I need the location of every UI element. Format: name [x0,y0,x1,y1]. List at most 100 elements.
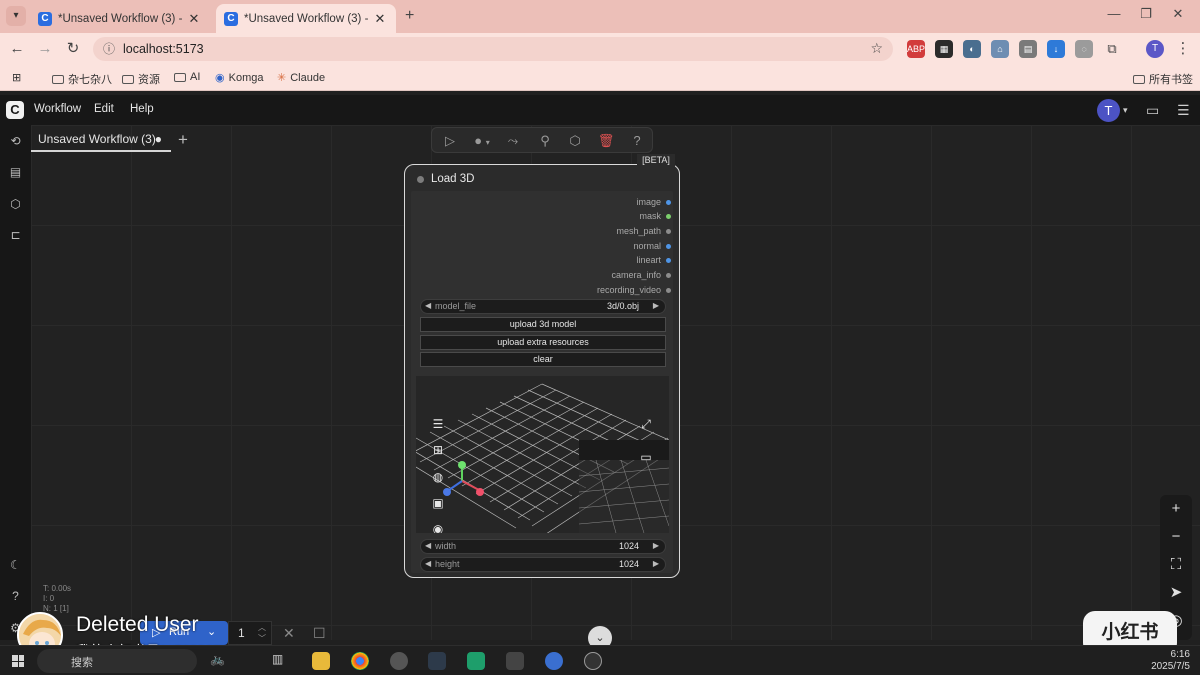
restore-icon[interactable]: ❐ [1136,6,1156,22]
new-tab-plus-icon[interactable]: + [405,7,414,25]
site-info-icon[interactable]: ⓘ [101,41,117,57]
back-arrow-icon[interactable]: ← [7,39,27,59]
upload-extra-resources-button[interactable]: upload extra resources [420,335,666,350]
history-icon[interactable]: ⟲ [8,134,23,149]
pin-icon[interactable]: ⚲ [536,132,554,150]
zoom-in-plus-icon[interactable]: + [1168,501,1184,517]
bypass-icon[interactable]: ⤳ [504,132,522,150]
bottom-panel-toggle-icon[interactable]: ▭ [1146,102,1159,119]
chat-extension-icon[interactable]: ◌ [1075,40,1093,58]
select-mode-cursor-icon[interactable]: ➤ [1168,585,1184,601]
node-help-icon[interactable]: ? [628,132,646,150]
output-pin[interactable] [666,213,671,219]
theme-moon-icon[interactable]: ☾ [8,558,23,573]
model-library-cube-icon[interactable]: ⬡ [8,197,23,212]
decrement-arrow-icon[interactable]: ◀ [425,301,431,310]
model-file-combo[interactable]: ◀ model_file 3d/0.obj ▶ [420,299,666,314]
address-url[interactable]: localhost:5173 [123,42,204,56]
address-bar[interactable]: ⓘ localhost:5173 ☆ [93,37,893,61]
queue-count-value[interactable]: 1 [238,626,245,640]
minimize-icon[interactable]: — [1104,6,1124,21]
output-pin[interactable] [666,287,671,293]
viewer-eye-icon[interactable]: ◉ [430,521,446,533]
color-picker-icon[interactable]: ● ▾ [470,132,494,150]
workflows-folder-icon[interactable]: ⊏ [8,228,23,243]
output-slot-mask[interactable]: mask [639,211,671,221]
width-number-widget[interactable]: ◀ width 1024 ▶ [420,539,666,554]
hamburger-menu-icon[interactable]: ☰ [1177,102,1190,119]
output-slot-lineart[interactable]: lineart [636,255,671,265]
extension-icon[interactable]: ⌂ [991,40,1009,58]
task-view-icon[interactable]: ▥ [272,652,290,670]
close-icon[interactable]: ✕ [186,11,202,27]
extension-icon[interactable]: ▤ [1019,40,1037,58]
viewer-record-video-icon[interactable]: ▭ [638,449,654,465]
bookmark-link[interactable]: ✳ Claude [277,71,325,85]
terminal-icon[interactable] [428,652,446,670]
comfy-logo-icon[interactable]: C [6,101,24,119]
queue-list-icon[interactable]: ▤ [8,165,23,180]
windows-start-icon[interactable] [12,655,24,667]
taskbar-clock[interactable]: 6:16 2025/7/5 [1151,649,1190,673]
clear-queue-square-icon[interactable]: ☐ [313,625,326,642]
bicycle-widget-icon[interactable]: 🚲 [210,652,254,670]
bookmark-folder[interactable]: 资源 [122,71,160,87]
node-collapse-dot[interactable] [417,176,424,183]
cancel-x-icon[interactable]: ✕ [283,625,295,642]
load-3d-node[interactable]: Load 3D image mask mesh_path normal line… [404,164,680,578]
extension-icon[interactable]: ▦ [935,40,953,58]
upload-3d-model-button[interactable]: upload 3d model [420,317,666,332]
browser-tab-2[interactable]: C *Unsaved Workflow (3) - Cor ✕ [216,4,396,33]
output-slot-recording-video[interactable]: recording_video [597,285,671,295]
output-slot-image[interactable]: image [636,197,671,207]
bookmark-folder[interactable]: 杂七杂八 [52,71,112,87]
output-pin[interactable] [666,272,671,278]
forward-arrow-icon[interactable]: → [35,39,55,59]
decrement-arrow-icon[interactable]: ◀ [425,559,431,568]
extension-icon[interactable]: ◐ [963,40,981,58]
clear-button[interactable]: clear [420,352,666,367]
3d-viewport[interactable]: ☰ ⊞ ◍ ▣ ◉ ⤢ ▭ [416,376,669,533]
execute-play-icon[interactable]: ▷ [441,132,459,150]
viewer-palette-icon[interactable]: ◍ [430,469,446,485]
chevron-down-icon[interactable]: ▾ [1123,105,1128,116]
help-icon[interactable]: ? [8,589,23,604]
window-close-icon[interactable]: ✕ [1168,6,1188,22]
media-player-icon[interactable] [390,652,408,670]
delete-trash-icon[interactable]: 🗑 [597,132,615,150]
output-pin[interactable] [666,199,671,205]
viewer-image-icon[interactable]: ▣ [430,495,446,511]
convert-subgraph-cube-icon[interactable]: ⬡ [566,132,584,150]
apps-grid-icon[interactable]: ⊞ [12,71,21,84]
output-slot-normal[interactable]: normal [633,241,671,251]
reload-icon[interactable]: ↻ [63,39,83,59]
output-slot-mesh-path[interactable]: mesh_path [616,226,671,236]
stepper-down-icon[interactable]: ﹀ [258,633,266,644]
new-workflow-plus-icon[interactable]: + [178,130,188,150]
output-pin[interactable] [666,228,671,234]
extensions-puzzle-icon[interactable]: ⧉ [1103,40,1121,58]
increment-arrow-icon[interactable]: ▶ [653,301,659,310]
code-editor-icon[interactable] [506,652,524,670]
decrement-arrow-icon[interactable]: ◀ [425,541,431,550]
chevron-down-icon[interactable]: ⌄ [207,625,216,638]
close-icon[interactable]: ✕ [372,11,388,27]
zoom-out-minus-icon[interactable]: − [1168,529,1184,545]
bookmark-link[interactable]: ◉ Komga [215,71,263,85]
browser-menu-icon[interactable]: ⋮ [1173,39,1193,59]
increment-arrow-icon[interactable]: ▶ [653,559,659,568]
menu-help[interactable]: Help [130,103,154,115]
file-explorer-icon[interactable] [312,652,330,670]
profile-avatar[interactable]: T [1146,40,1164,58]
output-pin[interactable] [666,257,671,263]
increment-arrow-icon[interactable]: ▶ [653,541,659,550]
taskbar-search[interactable]: 搜索 [37,649,197,673]
app-icon[interactable] [545,652,563,670]
output-slot-camera-info[interactable]: camera_info [611,270,671,280]
download-extension-icon[interactable]: ↓ [1047,40,1065,58]
workflow-tab[interactable]: Unsaved Workflow (3) ● [31,128,171,152]
viewer-fullscreen-icon[interactable]: ⤢ [638,416,654,432]
height-number-widget[interactable]: ◀ height 1024 ▶ [420,557,666,572]
fit-view-icon[interactable]: ⛶ [1168,557,1184,573]
adblock-extension-icon[interactable]: ABP [907,40,925,58]
